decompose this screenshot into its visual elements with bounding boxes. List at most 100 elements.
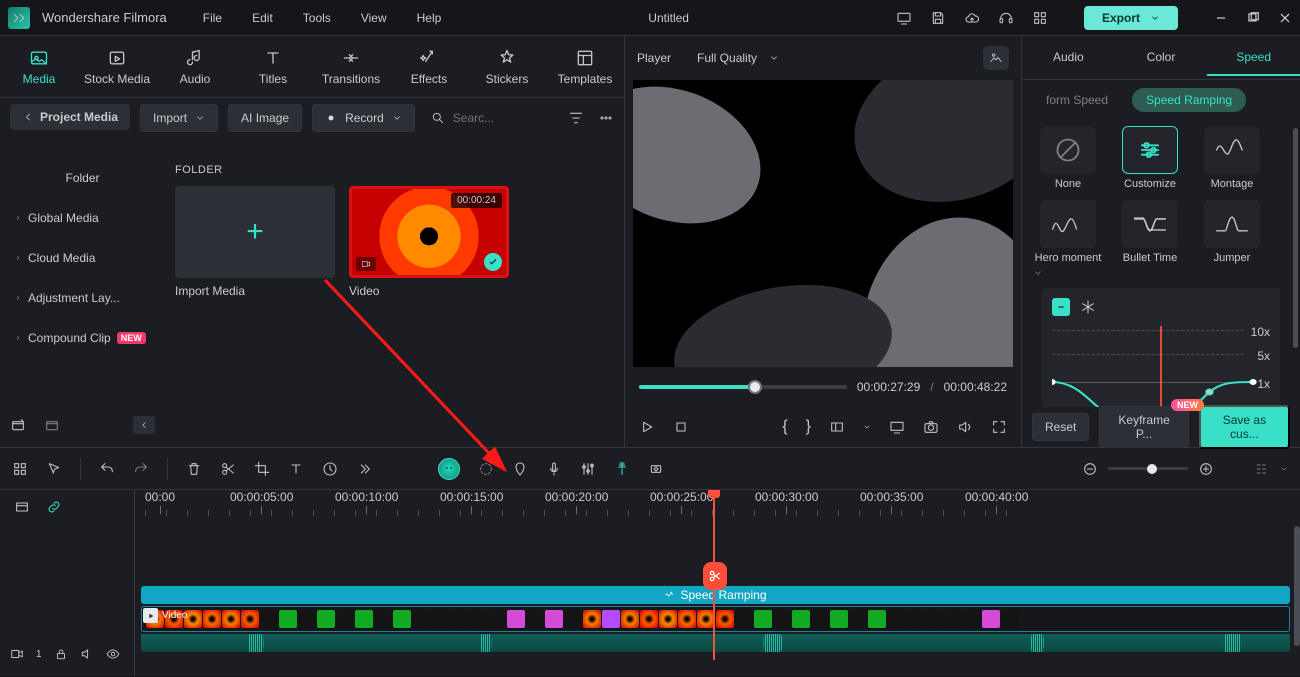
menu-edit[interactable]: Edit <box>252 11 273 25</box>
ribbon-stock[interactable]: Stock Media <box>78 48 156 86</box>
search-input[interactable] <box>451 110 501 126</box>
play-icon[interactable] <box>639 419 655 435</box>
zoom-in-icon[interactable] <box>1198 461 1214 477</box>
bin-icon[interactable] <box>44 417 60 433</box>
stop-icon[interactable] <box>673 419 689 435</box>
select-tool-icon[interactable] <box>46 461 62 477</box>
text-tool-icon[interactable] <box>288 461 304 477</box>
filter-icon[interactable] <box>568 110 584 126</box>
lock-track-icon[interactable] <box>54 647 68 661</box>
preset-bullet[interactable]: Bullet Time <box>1114 200 1186 264</box>
menu-tools[interactable]: Tools <box>303 11 331 25</box>
camera-icon[interactable] <box>923 419 939 435</box>
expand-presets[interactable] <box>1032 264 1290 282</box>
link-icon[interactable] <box>46 499 62 515</box>
razor-button[interactable] <box>703 562 727 590</box>
freeze-frame-icon[interactable] <box>1080 299 1096 315</box>
video-clip[interactable] <box>141 606 1290 632</box>
redo-icon[interactable] <box>133 461 149 477</box>
timeline-scrollbar[interactable] <box>1294 526 1300 646</box>
voiceover-icon[interactable] <box>546 461 562 477</box>
maximize-icon[interactable] <box>1246 11 1260 25</box>
audio-clip[interactable] <box>141 634 1290 652</box>
project-media-chip[interactable]: Project Media <box>10 104 130 130</box>
sidebar-compound[interactable]: Compound Clip NEW <box>0 318 165 358</box>
preset-customize[interactable]: Customize <box>1114 126 1186 190</box>
fullscreen-icon[interactable] <box>991 419 1007 435</box>
audio-mixer-icon[interactable] <box>580 461 596 477</box>
marker-tool-icon[interactable] <box>512 461 528 477</box>
zoom-slider[interactable] <box>1108 467 1188 470</box>
volume-icon[interactable] <box>957 419 973 435</box>
tab-speed[interactable]: Speed <box>1207 40 1300 76</box>
track-height-icon[interactable] <box>1254 461 1270 477</box>
cloud-icon[interactable] <box>964 10 980 26</box>
speed-tool-icon[interactable] <box>322 461 338 477</box>
tab-color[interactable]: Color <box>1115 40 1208 76</box>
import-media-tile[interactable]: + Import Media <box>175 186 335 298</box>
zoom-out-icon[interactable] <box>1082 461 1098 477</box>
grid-icon[interactable] <box>12 461 28 477</box>
sidebar-global-media[interactable]: Global Media <box>0 198 165 238</box>
menu-view[interactable]: View <box>361 11 387 25</box>
subtab-uniform[interactable]: form Speed <box>1032 88 1122 112</box>
hide-track-icon[interactable] <box>106 647 120 661</box>
ribbon-titles[interactable]: Titles <box>234 48 312 86</box>
snapshot-mode-icon[interactable] <box>983 46 1009 70</box>
chevron-down-icon[interactable] <box>1280 465 1288 473</box>
more-icon[interactable] <box>598 110 614 126</box>
mute-track-icon[interactable] <box>80 647 94 661</box>
menu-help[interactable]: Help <box>417 11 442 25</box>
support-icon[interactable] <box>998 10 1014 26</box>
search-field[interactable] <box>425 110 507 126</box>
display-icon[interactable] <box>889 419 905 435</box>
remove-keyframe-button[interactable] <box>1052 298 1070 316</box>
apps-icon[interactable] <box>1032 10 1048 26</box>
ribbon-transitions[interactable]: Transitions <box>312 48 390 86</box>
ribbon-effects[interactable]: Effects <box>390 48 468 86</box>
save-icon[interactable] <box>930 10 946 26</box>
scrollbar[interactable] <box>1293 128 1298 348</box>
export-button[interactable]: Export <box>1084 6 1178 30</box>
chevron-down-icon[interactable] <box>863 423 871 431</box>
save-custom-button[interactable]: Save as cus... <box>1199 405 1290 449</box>
import-button[interactable]: Import <box>140 104 218 132</box>
quality-select[interactable]: Full Quality <box>697 51 779 65</box>
ai-image-button[interactable]: AI Image <box>228 104 302 132</box>
render-icon[interactable] <box>478 461 494 477</box>
tab-audio[interactable]: Audio <box>1022 40 1115 76</box>
sidebar-adjustment[interactable]: Adjustment Lay... <box>0 278 165 318</box>
ribbon-templates[interactable]: Templates <box>546 48 624 86</box>
ai-tool-icon[interactable] <box>438 458 460 480</box>
subtab-ramping[interactable]: Speed Ramping <box>1132 88 1246 112</box>
delete-icon[interactable] <box>186 461 202 477</box>
preset-none[interactable]: None <box>1032 126 1104 190</box>
ribbon-stickers[interactable]: Stickers <box>468 48 546 86</box>
crop-icon[interactable] <box>254 461 270 477</box>
magnet-icon[interactable] <box>614 461 630 477</box>
sidebar-cloud-media[interactable]: Cloud Media <box>0 238 165 278</box>
close-icon[interactable] <box>1278 11 1292 25</box>
new-bin-icon[interactable] <box>10 417 26 433</box>
timeline-area[interactable]: 00:00 00:00:05:00 00:00:10:00 00:00:15:0… <box>135 490 1300 676</box>
reset-button[interactable]: Reset <box>1032 413 1089 441</box>
record-button[interactable]: Record <box>312 104 415 132</box>
more-tools-icon[interactable] <box>356 461 372 477</box>
ribbon-media[interactable]: Media <box>0 48 78 86</box>
timeline-settings-icon[interactable] <box>14 499 30 515</box>
video-tile[interactable]: 00:00:24 Video <box>349 186 509 298</box>
sidebar-folder[interactable]: Folder <box>0 158 165 198</box>
mark-in-icon[interactable]: { <box>782 418 787 436</box>
ribbon-audio[interactable]: Audio <box>156 48 234 86</box>
mark-out-icon[interactable]: } <box>806 418 811 436</box>
preset-hero[interactable]: Hero moment <box>1032 200 1104 264</box>
device-icon[interactable] <box>896 10 912 26</box>
split-icon[interactable] <box>220 461 236 477</box>
undo-icon[interactable] <box>99 461 115 477</box>
menu-file[interactable]: File <box>203 11 222 25</box>
track-header[interactable]: 1 <box>0 632 134 676</box>
keyframe-button[interactable]: Keyframe P... <box>1099 406 1188 448</box>
preview-viewport[interactable] <box>633 80 1013 367</box>
preset-montage[interactable]: Montage <box>1196 126 1268 190</box>
minimize-icon[interactable] <box>1214 11 1228 25</box>
